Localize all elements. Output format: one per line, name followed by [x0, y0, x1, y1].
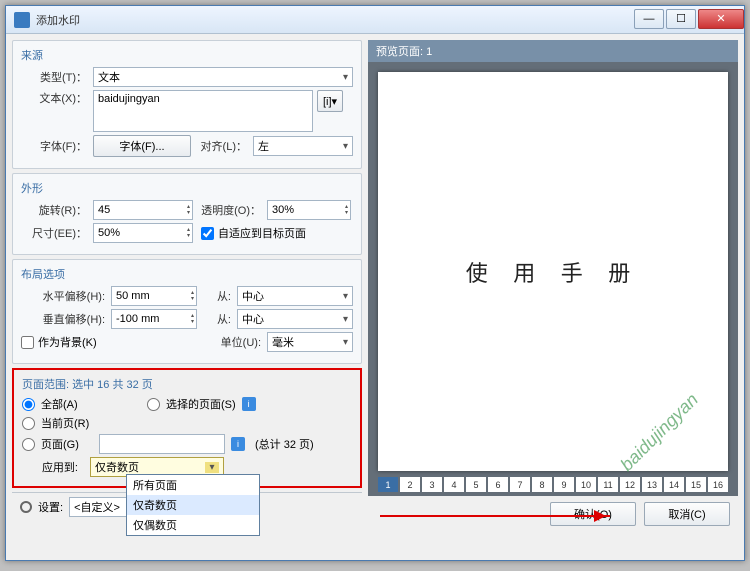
preview-header: 预览页面: 1 — [368, 40, 738, 62]
thumb[interactable]: 12 — [620, 477, 640, 492]
voffset-label: 垂直偏移(H): — [21, 311, 111, 327]
thumb[interactable]: 5 — [466, 477, 486, 492]
annotation-arrow — [380, 515, 610, 517]
minimize-button[interactable]: — — [634, 9, 664, 29]
settings-label: 设置: — [38, 499, 63, 515]
preview-page: 使 用 手 册 baidujingyan — [378, 72, 728, 471]
align-combo[interactable]: 左 — [253, 136, 353, 156]
apply-option-odd[interactable]: 仅奇数页 — [127, 495, 259, 515]
right-panel: 预览页面: 1 使 用 手 册 baidujingyan 1 2 3 4 5 6… — [368, 40, 738, 526]
rotate-label: 旋转(R)： — [21, 202, 93, 218]
source-title: 来源 — [21, 47, 353, 63]
left-panel: 来源 类型(T)： 文本 文本(X)： baidujingyan [i]▾ 字体… — [12, 40, 362, 526]
range-current-radio[interactable] — [22, 417, 35, 430]
watermark-text: baidujingyan — [616, 389, 702, 475]
pages-input[interactable] — [99, 434, 225, 454]
range-pages-radio[interactable] — [22, 438, 35, 451]
range-all-label: 全部(A) — [41, 396, 111, 412]
bg-label: 作为背景(K) — [38, 334, 211, 350]
range-title: 页面范围: 选中 16 共 32 页 — [22, 376, 352, 392]
titlebar: 添加水印 — ☐ ✕ — [6, 6, 744, 34]
page-range-group: 页面范围: 选中 16 共 32 页 全部(A) 选择的页面(S) i 当前页(… — [12, 368, 362, 488]
preview-area: 使 用 手 册 baidujingyan 1 2 3 4 5 6 7 8 9 1… — [368, 62, 738, 496]
close-button[interactable]: ✕ — [698, 9, 744, 29]
layout-group: 布局选项 水平偏移(H): 50 mm 从: 中心 垂直偏移(H): -100 … — [12, 259, 362, 364]
text-input[interactable]: baidujingyan — [93, 90, 313, 132]
thumb[interactable]: 10 — [576, 477, 596, 492]
ok-button[interactable]: 确认(O) — [550, 502, 636, 526]
opacity-spin[interactable]: 30% — [267, 200, 351, 220]
thumb[interactable]: 2 — [400, 477, 420, 492]
unit-combo[interactable]: 毫米 — [267, 332, 353, 352]
thumb[interactable]: 7 — [510, 477, 530, 492]
thumb[interactable]: 11 — [598, 477, 618, 492]
thumb[interactable]: 8 — [532, 477, 552, 492]
unit-label: 单位(U): — [211, 334, 267, 350]
vfrom-label: 从: — [197, 311, 237, 327]
window-buttons: — ☐ ✕ — [632, 9, 744, 31]
fit-checkbox[interactable] — [201, 227, 214, 240]
source-group: 来源 类型(T)： 文本 文本(X)： baidujingyan [i]▾ 字体… — [12, 40, 362, 169]
thumb[interactable]: 16 — [708, 477, 728, 492]
range-selected-radio[interactable] — [147, 398, 160, 411]
fit-label: 自适应到目标页面 — [218, 225, 306, 241]
page-content-text: 使 用 手 册 — [466, 256, 641, 288]
thumb[interactable]: 1 — [378, 477, 398, 492]
font-button[interactable]: 字体(F)... — [93, 135, 191, 157]
total-pages-text: (总计 32 页) — [255, 436, 314, 452]
hfrom-label: 从: — [197, 288, 237, 304]
apply-label: 应用到: — [22, 459, 84, 475]
align-label: 对齐(L)： — [191, 138, 253, 154]
thumb[interactable]: 9 — [554, 477, 574, 492]
text-label: 文本(X)： — [21, 90, 93, 106]
shape-group: 外形 旋转(R)： 45 透明度(O)： 30% 尺寸(EE)： 50% 自适应… — [12, 173, 362, 255]
opacity-label: 透明度(O)： — [193, 202, 267, 218]
bg-checkbox[interactable] — [21, 336, 34, 349]
thumb[interactable]: 14 — [664, 477, 684, 492]
voffset-spin[interactable]: -100 mm — [111, 309, 197, 329]
apply-dropdown-list: 所有页面 仅奇数页 仅偶数页 — [126, 474, 260, 536]
thumb[interactable]: 13 — [642, 477, 662, 492]
thumb[interactable]: 15 — [686, 477, 706, 492]
range-all-radio[interactable] — [22, 398, 35, 411]
type-label: 类型(T)： — [21, 69, 93, 85]
pages-info-icon: i — [231, 437, 245, 451]
shape-title: 外形 — [21, 180, 353, 196]
hfrom-combo[interactable]: 中心 — [237, 286, 353, 306]
range-pages-label: 页面(G) — [41, 436, 93, 452]
cancel-button[interactable]: 取消(C) — [644, 502, 730, 526]
rotate-spin[interactable]: 45 — [93, 200, 193, 220]
thumbnail-strip: 1 2 3 4 5 6 7 8 9 10 11 12 13 14 15 16 — [378, 477, 728, 492]
font-label: 字体(F)： — [21, 138, 93, 154]
range-selected-label: 选择的页面(S) — [166, 396, 236, 412]
layout-title: 布局选项 — [21, 266, 353, 282]
thumb[interactable]: 6 — [488, 477, 508, 492]
thumb[interactable]: 4 — [444, 477, 464, 492]
hoffset-label: 水平偏移(H): — [21, 288, 111, 304]
window-title: 添加水印 — [36, 12, 632, 28]
app-icon — [14, 12, 30, 28]
apply-option-all[interactable]: 所有页面 — [127, 475, 259, 495]
content-area: 来源 类型(T)： 文本 文本(X)： baidujingyan [i]▾ 字体… — [6, 34, 744, 532]
hoffset-spin[interactable]: 50 mm — [111, 286, 197, 306]
thumb[interactable]: 3 — [422, 477, 442, 492]
scale-spin[interactable]: 50% — [93, 223, 193, 243]
maximize-button[interactable]: ☐ — [666, 9, 696, 29]
scale-label: 尺寸(EE)： — [21, 225, 93, 241]
info-icon: i — [242, 397, 256, 411]
range-current-label: 当前页(R) — [41, 415, 89, 431]
dialog-window: 添加水印 — ☐ ✕ 来源 类型(T)： 文本 文本(X)： baidujing… — [5, 5, 745, 561]
apply-option-even[interactable]: 仅偶数页 — [127, 515, 259, 535]
dialog-buttons: 确认(O) 取消(C) — [368, 496, 738, 526]
gear-icon — [20, 501, 32, 513]
vfrom-combo[interactable]: 中心 — [237, 309, 353, 329]
macro-button[interactable]: [i]▾ — [317, 90, 343, 112]
type-combo[interactable]: 文本 — [93, 67, 353, 87]
